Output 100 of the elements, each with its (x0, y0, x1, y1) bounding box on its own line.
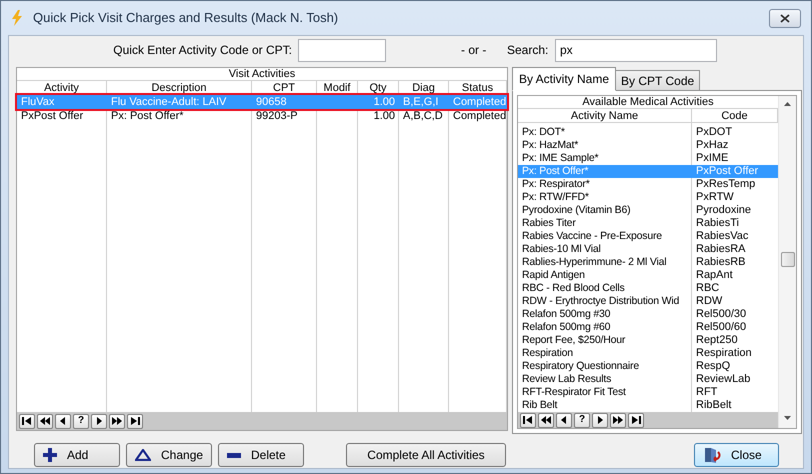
list-row[interactable]: RBC - Red Blood Cells RBC (518, 282, 778, 295)
list-row[interactable]: Rabies Titer RabiesTi (518, 217, 778, 230)
table-cell-text: Respiration (695, 347, 753, 360)
list-row[interactable]: Px: IME Sample* PxIME (518, 152, 778, 165)
list-row[interactable]: Rapid Antigen RapAnt (518, 269, 778, 282)
last-record-button[interactable] (628, 412, 644, 428)
scroll-thumb[interactable] (780, 252, 794, 267)
nav-arrow-icon (39, 415, 51, 427)
table-cell-text: Rabies Titer (521, 217, 577, 230)
table-cell-text: Completed (452, 95, 507, 109)
nav-arrow-icon (129, 415, 141, 427)
list-row[interactable]: Relafon 500mg #30 Rel500/30 (518, 308, 778, 321)
table-cell-text: PxDOT (695, 126, 734, 139)
nav-arrow-icon (612, 414, 624, 426)
table-cell-text: Px: DOT* (521, 126, 566, 139)
tab[interactable]: By Activity Name (512, 67, 616, 91)
list-row[interactable]: Review Lab Results ReviewLab (518, 373, 778, 386)
table-cell-text: 90658 (255, 95, 288, 109)
list-row[interactable]: Px: DOT* PxDOT (518, 126, 778, 139)
table-cell-text: RBC - Red Blood Cells (521, 282, 626, 295)
first-record-button[interactable] (520, 412, 536, 428)
table-cell-text: RabiesRA (695, 243, 747, 256)
scroll-down-icon[interactable] (784, 416, 791, 420)
table-cell-text: Px: HazMat* (521, 139, 580, 152)
scroll-up-icon[interactable] (784, 102, 791, 106)
table-cell-text: ReviewLab (695, 373, 752, 386)
table-cell-text: B,E,G,I (402, 95, 440, 109)
table-cell-text: 1.00 (372, 109, 396, 123)
delete-button[interactable]: Delete (218, 443, 304, 467)
table-cell-text: Rib Belt (521, 399, 558, 412)
table-cell-text: Report Fee, $250/Hour (521, 334, 626, 347)
table-cell-text: RabiesRB (695, 256, 747, 269)
change-button[interactable]: Change (126, 443, 212, 467)
scrollbar[interactable] (778, 96, 796, 428)
search-label: Search: (507, 42, 550, 59)
table-cell-text: Rept250 (695, 334, 739, 347)
table-cell-text: A,B,C,D (402, 109, 444, 123)
next-page-button[interactable] (610, 412, 626, 428)
list-row[interactable]: Rib Belt RibBelt (518, 399, 778, 412)
table-cell-text: Relafon 500mg #30 (521, 308, 612, 321)
previous-record-button[interactable] (556, 412, 572, 428)
table-cell-text: Completed (452, 109, 507, 123)
quick-enter-field[interactable] (298, 38, 386, 62)
list-row[interactable]: Report Fee, $250/Hour Rept250 (518, 334, 778, 347)
help-button[interactable]: ? (574, 412, 590, 428)
table-cell-text: FluVax (20, 95, 56, 109)
table-cell-text: Rabies Vaccine - Pre-Exposure (521, 230, 663, 243)
list-row[interactable]: RDW - Erythroctye Distribution Wid RDW (518, 295, 778, 308)
first-record-button[interactable] (19, 414, 35, 428)
next-record-button[interactable] (592, 412, 608, 428)
close-button[interactable] (769, 8, 801, 28)
previous-page-button[interactable] (37, 414, 53, 428)
table-cell-text: RapAnt (695, 269, 734, 282)
list-row[interactable]: Respiration Respiration (518, 347, 778, 360)
table-cell-text: Review Lab Results (521, 373, 612, 386)
table-cell-text: RBC (695, 282, 720, 295)
quick-enter-label: Quick Enter Activity Code or CPT: (112, 42, 293, 59)
exit-door-icon (703, 446, 721, 464)
table-cell-text: Rel500/60 (695, 321, 748, 334)
table-cell-text: Relafon 500mg #60 (521, 321, 612, 334)
table-cell-text: Rablies-Hyperimmune- 2 Ml Vial (521, 256, 668, 269)
table-cell-text: RDW (695, 295, 724, 308)
close-button[interactable]: Close (694, 443, 779, 467)
last-record-button[interactable] (127, 414, 143, 428)
add-button[interactable]: Add (34, 443, 120, 467)
next-record-button[interactable] (91, 414, 107, 428)
search-field[interactable]: px (555, 38, 717, 62)
table-cell-text: 1.00 (372, 95, 396, 109)
next-page-button[interactable] (109, 414, 125, 428)
table-cell-text: 99203-P (255, 109, 299, 123)
plus-icon (43, 448, 57, 462)
list-row[interactable]: Relafon 500mg #60 Rel500/60 (518, 321, 778, 334)
help-button[interactable]: ? (73, 414, 89, 428)
nav-arrow-icon (630, 414, 642, 426)
nav-arrow-icon (540, 414, 552, 426)
list-row[interactable]: Respiratory Questionnaire RespQ (518, 360, 778, 373)
column-header[interactable]: Activity Name (518, 109, 692, 123)
table-cell-text: PxResTemp (695, 178, 756, 191)
table-cell-text: PxPost Offer (20, 109, 84, 123)
table-cell-text: Respiratory Questionnaire (521, 360, 640, 373)
table-cell-text: Px: RTW/FFD* (521, 191, 590, 204)
list-row[interactable]: RFT-Respirator Fit Test RFT (518, 386, 778, 399)
table-cell-text: PxHaz (695, 139, 730, 152)
previous-record-button[interactable] (55, 414, 71, 428)
minus-icon (227, 452, 241, 458)
nav-arrow-icon (522, 414, 534, 426)
list-row[interactable]: Pyrodoxine (Vitamin B6) Pyrodoxine (518, 204, 778, 217)
list-row[interactable]: Rablies-Hyperimmune- 2 Ml Vial RabiesRB (518, 256, 778, 269)
tab[interactable]: By CPT Code (615, 70, 700, 91)
table-cell-text: RabiesTi (695, 217, 740, 230)
complete-button[interactable]: Complete All Activities (346, 443, 506, 467)
list-row[interactable]: Rabies-10 Ml Vial RabiesRA (518, 243, 778, 256)
previous-page-button[interactable] (538, 412, 554, 428)
table-row[interactable]: PxPost Offer Px: Post Offer* 99203-P 1.00 A,B,C,D Completed (17, 109, 507, 123)
list-row[interactable]: Px: RTW/FFD* PxRTW (518, 191, 778, 204)
table-cell-text: Rel500/30 (695, 308, 748, 321)
list-row[interactable]: Px: HazMat* PxHaz (518, 139, 778, 152)
table-cell-text: RibBelt (695, 399, 732, 412)
list-row[interactable]: Rabies Vaccine - Pre-Exposure RabiesVac (518, 230, 778, 243)
list-row[interactable]: Px: Respirator* PxResTemp (518, 178, 778, 191)
